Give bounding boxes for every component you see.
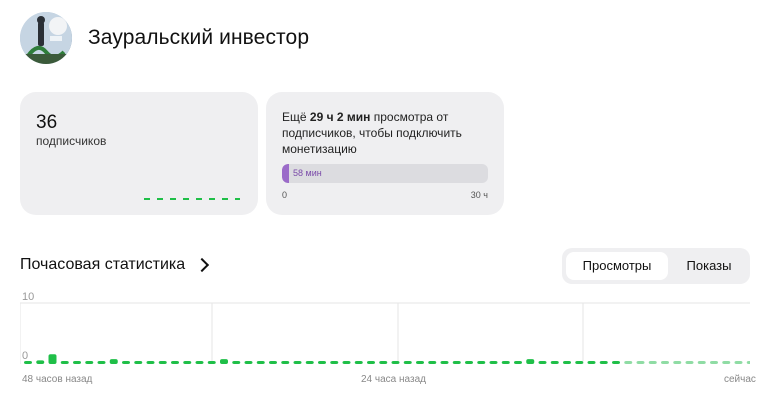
progress-min-label: 0	[282, 190, 288, 200]
y-tick-min: 0	[22, 350, 28, 362]
chart-bar[interactable]	[367, 361, 375, 364]
chart-bar[interactable]	[452, 361, 461, 364]
chart-bar[interactable]	[673, 361, 682, 364]
hourly-stats-link[interactable]: Почасовая статистика	[20, 256, 210, 274]
chart-bar[interactable]	[501, 361, 510, 364]
chart-bar[interactable]	[416, 361, 424, 364]
chart-bar[interactable]	[281, 361, 290, 364]
chart-bar[interactable]	[354, 361, 363, 364]
chevron-right-icon	[195, 257, 210, 273]
channel-header: Зауральский инвестор	[20, 12, 309, 64]
monetization-prefix: Ещё	[282, 110, 307, 124]
chart-bar[interactable]	[710, 361, 718, 364]
chart-bar[interactable]	[183, 361, 192, 364]
chart-bar[interactable]	[269, 361, 277, 364]
chart-bar[interactable]	[428, 361, 437, 364]
chart-bar[interactable]	[538, 361, 547, 364]
subscribers-count: 36	[36, 112, 58, 133]
chart-bar[interactable]	[158, 361, 167, 364]
chart-bar[interactable]	[734, 361, 743, 364]
chart-bar[interactable]	[636, 361, 645, 364]
chart-bar[interactable]	[526, 359, 535, 364]
chart-bar[interactable]	[220, 359, 228, 364]
chart-bar[interactable]	[256, 361, 265, 364]
chart-bar[interactable]	[599, 361, 608, 364]
hourly-stats-title: Почасовая статистика	[20, 256, 186, 273]
x-label-mid: 24 часа назад	[361, 374, 426, 385]
chart-bar[interactable]	[514, 361, 522, 364]
chart-bar[interactable]	[648, 361, 657, 364]
chart-bar[interactable]	[122, 361, 130, 364]
chart-bar[interactable]	[440, 361, 449, 364]
chart-bar[interactable]	[232, 361, 241, 364]
x-label-end: сейчас	[724, 374, 756, 385]
chart-bar[interactable]	[146, 361, 155, 364]
chart-bar[interactable]	[195, 361, 204, 364]
hourly-views-chart: 10 0	[20, 291, 750, 364]
tab-views[interactable]: Просмотры	[566, 252, 668, 280]
progress-max-label: 30 ч	[470, 190, 488, 200]
chart-bar[interactable]	[391, 361, 400, 364]
y-tick-max: 10	[22, 291, 34, 303]
subscribers-sparkline	[144, 198, 240, 200]
monetization-progress-fill	[282, 164, 289, 183]
chart-bar[interactable]	[171, 361, 179, 364]
chart-bar[interactable]	[624, 361, 633, 364]
chart-bar[interactable]	[550, 361, 559, 364]
chart-bar[interactable]	[305, 361, 314, 364]
chart-bar[interactable]	[293, 361, 302, 364]
chart-bar[interactable]	[48, 354, 57, 364]
chart-bar[interactable]	[73, 361, 81, 364]
chart-bar[interactable]	[36, 360, 45, 364]
chart-bar[interactable]	[746, 361, 750, 364]
chart-bar[interactable]	[612, 361, 620, 364]
tab-impressions[interactable]: Показы	[672, 252, 746, 280]
monetization-text: Ещё 29 ч 2 мин просмотра от подписчиков,…	[282, 109, 492, 157]
chart-bar[interactable]	[575, 361, 584, 364]
chart-bar[interactable]	[330, 361, 339, 364]
metric-toggle: Просмотры Показы	[562, 248, 750, 284]
chart-bar[interactable]	[134, 361, 143, 364]
monetization-card: Ещё 29 ч 2 мин просмотра от подписчиков,…	[266, 92, 504, 215]
monetization-remaining: 29 ч 2 мин	[309, 110, 371, 124]
subscribers-card: 36 подписчиков	[20, 92, 258, 215]
chart-bar[interactable]	[379, 361, 388, 364]
channel-name[interactable]: Зауральский инвестор	[88, 26, 309, 50]
chart-bars	[24, 354, 750, 364]
chart-bar[interactable]	[685, 361, 694, 364]
chart-bar[interactable]	[207, 361, 216, 364]
chart-bar[interactable]	[109, 359, 118, 364]
chart-bar[interactable]	[661, 361, 669, 364]
chart-bar[interactable]	[722, 361, 731, 364]
chart-bar[interactable]	[697, 361, 706, 364]
chart-bar[interactable]	[318, 361, 326, 364]
subscribers-label: подписчиков	[36, 134, 107, 148]
chart-bar[interactable]	[85, 361, 94, 364]
chart-bar[interactable]	[489, 361, 498, 364]
chart-bar[interactable]	[24, 361, 32, 364]
chart-bar[interactable]	[60, 361, 69, 364]
chart-bar[interactable]	[342, 361, 351, 364]
chart-bar[interactable]	[477, 361, 486, 364]
chart-bar[interactable]	[244, 361, 253, 364]
channel-avatar[interactable]	[20, 12, 72, 64]
chart-bar[interactable]	[97, 361, 106, 364]
chart-bar[interactable]	[403, 361, 412, 364]
monetization-progress-bar: 58 мин	[282, 164, 488, 183]
chart-bar[interactable]	[465, 361, 473, 364]
monetization-progress-label: 58 мин	[293, 168, 322, 178]
avatar-image	[20, 12, 72, 64]
chart-bar[interactable]	[563, 361, 571, 364]
x-label-start: 48 часов назад	[22, 374, 93, 385]
chart-bar[interactable]	[587, 361, 596, 364]
